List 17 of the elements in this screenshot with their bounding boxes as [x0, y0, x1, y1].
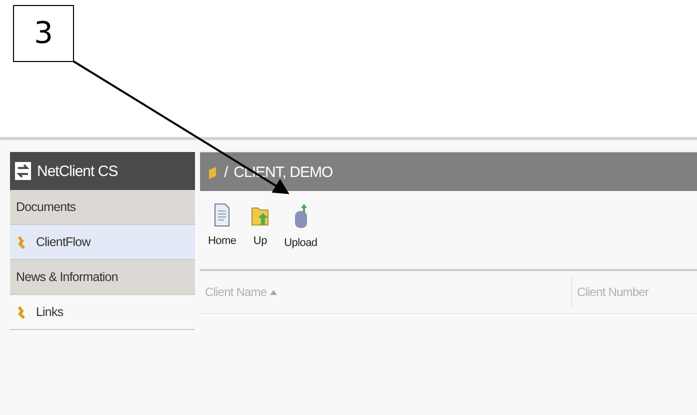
sidebar-section[interactable]: Documents — [10, 190, 195, 225]
database-upload-icon — [292, 203, 309, 229]
sidebar-label: Links — [36, 305, 64, 319]
sidebar-label: News & Information — [16, 270, 118, 284]
app-title: NetClient CS — [37, 162, 118, 180]
sidebar-section[interactable]: News & Information — [10, 260, 195, 295]
callout-number: 3 — [13, 5, 74, 62]
toolbar-button[interactable]: Up — [250, 203, 270, 259]
sidebar-label: ClientFlow — [36, 235, 90, 249]
toolbar-button[interactable]: Home — [208, 203, 236, 259]
sidebar-item[interactable]: ClientFlow — [10, 225, 195, 260]
app-logo-icon — [15, 162, 31, 180]
path-separator: / — [224, 164, 228, 180]
toolbar-button[interactable]: Upload — [284, 203, 318, 259]
folder-icon — [208, 166, 218, 178]
document-icon — [214, 203, 230, 227]
sidebar-label: Documents — [16, 200, 76, 214]
